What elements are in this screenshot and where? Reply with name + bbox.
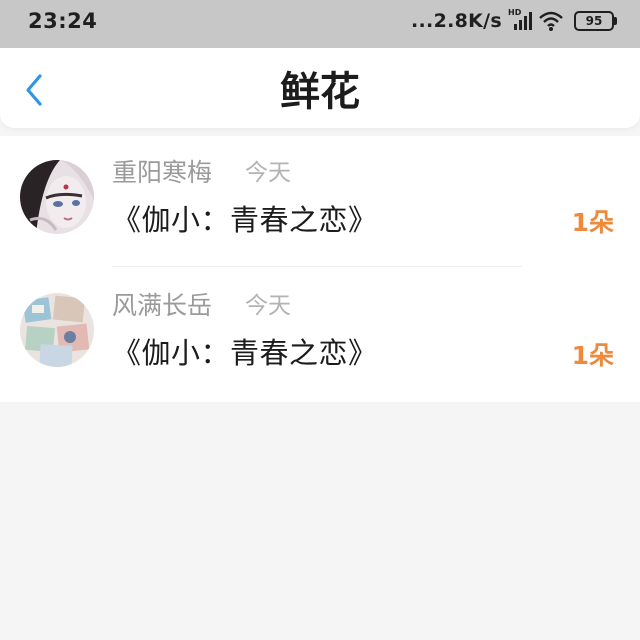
gift-list-item[interactable]: 重阳寒梅 今天 《伽小：青春之恋》 1朵 <box>0 136 640 269</box>
status-indicators: ...2.8K/s HD 95 <box>411 8 617 34</box>
book-title[interactable]: 《伽小：青春之恋》 <box>112 202 378 238</box>
flower-count: 1朵 <box>571 208 614 237</box>
header-bar: 鲜花 <box>0 48 640 128</box>
gift-list-item[interactable]: 风满长岳 今天 《伽小：青春之恋》 1朵 <box>0 269 640 402</box>
battery-icon: 95 <box>574 11 617 31</box>
battery-level: 95 <box>585 14 603 28</box>
network-speed: ...2.8K/s <box>411 10 502 32</box>
status-bar: 23:24 ...2.8K/s HD 95 <box>0 0 640 48</box>
signal-icon: HD <box>508 8 532 32</box>
sender-name: 重阳寒梅 <box>112 158 213 187</box>
avatar[interactable] <box>20 160 94 234</box>
status-time: 23:24 <box>28 9 98 33</box>
wifi-icon <box>538 10 564 32</box>
flower-gift-list: 重阳寒梅 今天 《伽小：青春之恋》 1朵 风满长岳 今天 《伽小：青春之恋》 1… <box>0 136 640 402</box>
gift-time: 今天 <box>245 160 291 186</box>
gift-time: 今天 <box>245 293 291 319</box>
flower-count: 1朵 <box>571 341 614 370</box>
sender-name: 风满长岳 <box>112 291 213 320</box>
divider <box>112 266 522 267</box>
book-title[interactable]: 《伽小：青春之恋》 <box>112 335 378 371</box>
page-title: 鲜花 <box>280 69 360 115</box>
avatar[interactable] <box>20 293 94 367</box>
